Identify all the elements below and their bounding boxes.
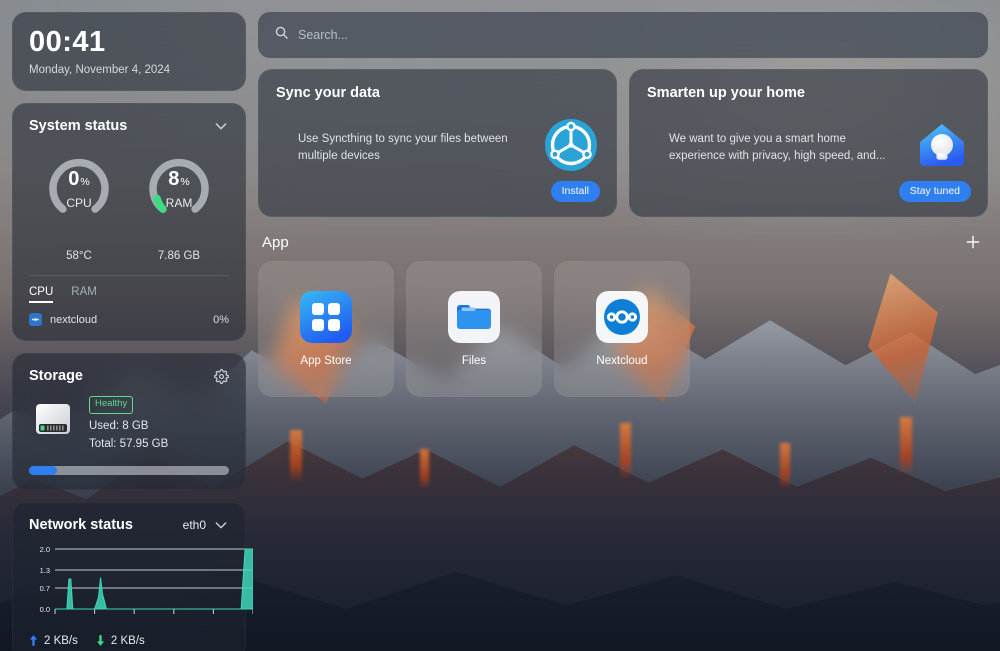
promo-card-syncthing[interactable]: Sync your data Use Syncthing to sync you… bbox=[258, 69, 617, 217]
tab-cpu[interactable]: CPU bbox=[29, 286, 54, 304]
storage-progress-fill bbox=[29, 465, 57, 475]
arrow-down-icon bbox=[96, 635, 104, 647]
app-label: Nextcloud bbox=[596, 355, 648, 367]
network-legend: 2 KB/s 2 KB/s bbox=[29, 635, 229, 647]
promo-body: We want to give you a smart home experie… bbox=[647, 117, 970, 178]
app-tile-files[interactable]: Files bbox=[406, 261, 542, 397]
storage-info: Healthy Used: 8 GB Total: 57.95 GB bbox=[89, 395, 168, 453]
main-content: Search... Sync your data Use Syncthing t… bbox=[258, 0, 1000, 651]
promo-card-smart-home[interactable]: Smarten up your home We want to give you… bbox=[629, 69, 988, 217]
cpu-gauge: 0% CPU 58°C bbox=[31, 146, 127, 262]
ram-gauge: 8% RAM 7.86 GB bbox=[131, 146, 227, 262]
gear-icon[interactable] bbox=[214, 369, 229, 384]
storage-total: Total: 57.95 GB bbox=[89, 437, 169, 450]
process-row[interactable]: nextcloud 0% bbox=[29, 313, 229, 327]
svg-text:0.0: 0.0 bbox=[40, 605, 50, 614]
ram-total: 7.86 GB bbox=[157, 250, 201, 263]
plus-icon[interactable] bbox=[964, 233, 982, 251]
promo-title: Smarten up your home bbox=[647, 85, 805, 101]
download-rate: 2 KB/s bbox=[96, 635, 145, 647]
resource-tabs: CPU RAM bbox=[29, 275, 229, 304]
resource-gauges: 0% CPU 58°C 8% RAM 7.86 GB bbox=[29, 146, 229, 262]
download-value: 2 KB/s bbox=[110, 634, 145, 647]
app-label: App Store bbox=[300, 355, 352, 367]
search-icon bbox=[274, 25, 289, 45]
drive-illustration bbox=[29, 395, 77, 448]
promo-cards: Sync your data Use Syncthing to sync you… bbox=[258, 69, 988, 217]
network-interface-select[interactable]: eth0 bbox=[183, 517, 229, 533]
svg-text:1.3: 1.3 bbox=[40, 566, 50, 575]
app-grid: App Store Files Nextcloud bbox=[258, 261, 988, 397]
network-status-widget: Network status eth0 0.0 0.7 1.3 2.0 2 KB/s bbox=[12, 501, 253, 651]
clock-time: 00:41 bbox=[29, 26, 106, 58]
process-name: nextcloud bbox=[50, 313, 98, 326]
tab-ram[interactable]: RAM bbox=[71, 286, 97, 303]
search-placeholder: Search... bbox=[298, 28, 349, 42]
ram-label: RAM bbox=[165, 196, 193, 211]
system-status-title: System status bbox=[29, 118, 128, 135]
storage-widget: Storage Healthy Used: 8 GB Total: 57.95 … bbox=[12, 353, 246, 490]
upload-rate: 2 KB/s bbox=[29, 635, 78, 647]
storage-header: Storage bbox=[29, 368, 229, 384]
system-status-widget: System status 0% CPU 58°C 8% RAM 7.86 GB… bbox=[12, 103, 246, 342]
network-title: Network status bbox=[29, 516, 133, 533]
svg-text:2.0: 2.0 bbox=[40, 545, 50, 554]
app-label: Files bbox=[461, 355, 487, 367]
cpu-label: CPU bbox=[66, 196, 92, 211]
storage-used: Used: 8 GB bbox=[89, 420, 149, 433]
app-tile-nextcloud[interactable]: Nextcloud bbox=[554, 261, 690, 397]
clock-date: Monday, November 4, 2024 bbox=[29, 64, 171, 77]
system-status-header: System status bbox=[29, 118, 229, 134]
nextcloud-icon bbox=[29, 313, 42, 327]
search-input[interactable]: Search... bbox=[258, 12, 988, 58]
widget-sidebar: 00:41 Monday, November 4, 2024 System st… bbox=[0, 0, 258, 651]
promo-title: Sync your data bbox=[276, 85, 380, 101]
svg-text:0.7: 0.7 bbox=[40, 584, 50, 593]
chevron-down-icon[interactable] bbox=[213, 118, 229, 134]
promo-body: Use Syncthing to sync your files between… bbox=[276, 117, 599, 178]
cpu-value: 0% bbox=[68, 168, 90, 191]
app-tile-app-store[interactable]: App Store bbox=[258, 261, 394, 397]
clock-widget: 00:41 Monday, November 4, 2024 bbox=[12, 12, 246, 92]
network-throughput-chart: 0.0 0.7 1.3 2.0 bbox=[29, 543, 253, 629]
promo-description: Use Syncthing to sync your files between… bbox=[298, 132, 508, 162]
nextcloud-icon bbox=[596, 291, 648, 343]
app-section-header: App bbox=[262, 233, 988, 251]
storage-body: Healthy Used: 8 GB Total: 57.95 GB bbox=[29, 395, 229, 453]
install-button[interactable]: Install bbox=[550, 181, 600, 202]
cpu-temperature: 58°C bbox=[66, 250, 92, 263]
storage-progress-bar bbox=[29, 465, 229, 475]
promo-description: We want to give you a smart home experie… bbox=[669, 132, 886, 162]
smart-home-icon bbox=[914, 117, 970, 178]
arrow-up-icon bbox=[29, 635, 38, 647]
stay-tuned-button[interactable]: Stay tuned bbox=[898, 181, 971, 202]
status-badge: Healthy bbox=[89, 396, 134, 415]
app-store-icon bbox=[300, 291, 352, 343]
network-header: Network status eth0 bbox=[29, 517, 229, 533]
app-section-title: App bbox=[262, 233, 289, 251]
syncthing-logo bbox=[543, 117, 599, 178]
upload-value: 2 KB/s bbox=[44, 634, 78, 647]
storage-title: Storage bbox=[29, 368, 83, 385]
chevron-down-icon[interactable] bbox=[213, 517, 229, 533]
network-interface-label: eth0 bbox=[182, 517, 206, 532]
process-usage: 0% bbox=[213, 313, 229, 326]
ram-value: 8% bbox=[168, 168, 190, 191]
files-folder-icon bbox=[448, 291, 500, 343]
